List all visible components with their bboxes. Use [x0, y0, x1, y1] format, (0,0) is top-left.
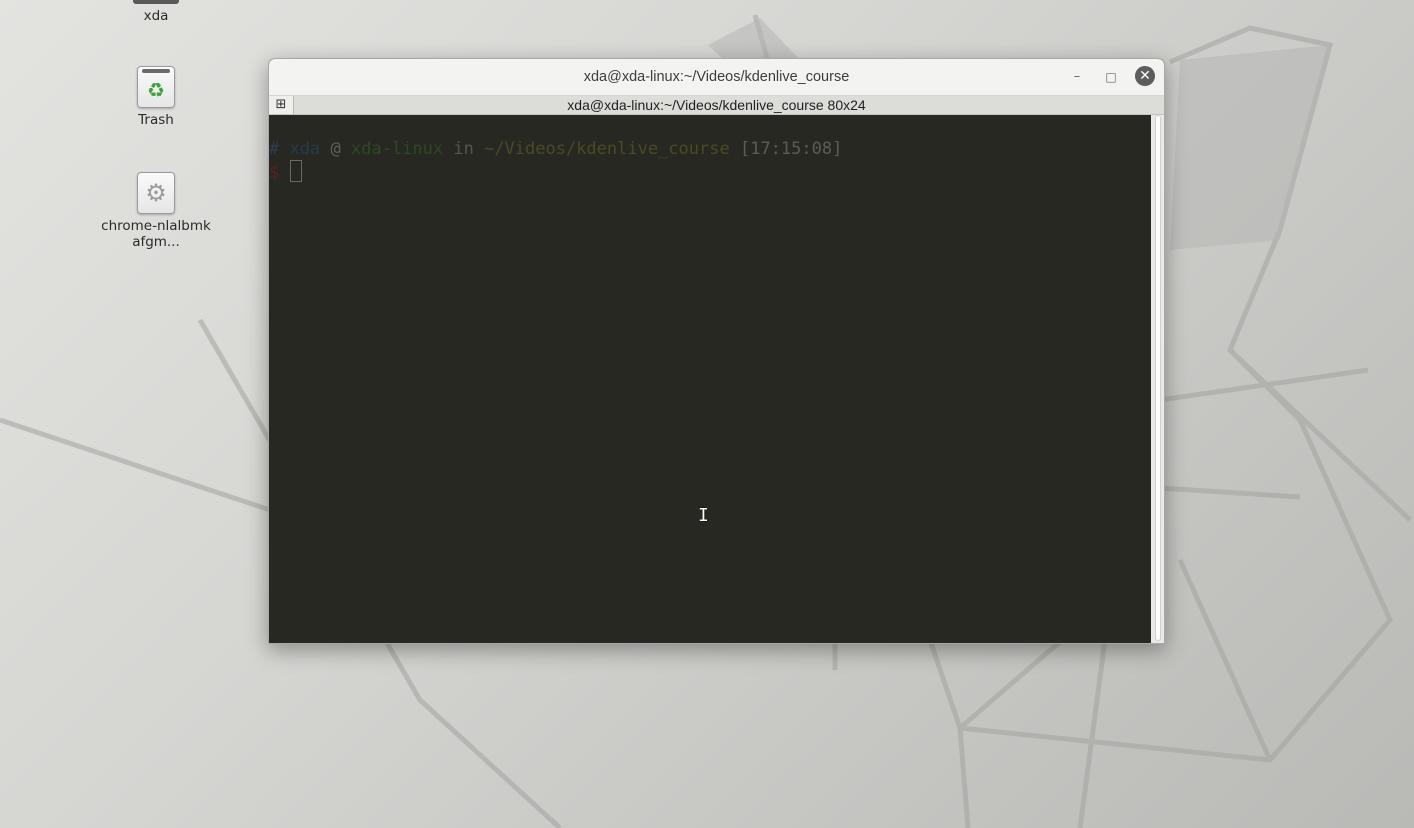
- text-ibeam-cursor-icon: I: [698, 505, 709, 526]
- desktop-icon-label: Trash: [138, 112, 174, 128]
- prompt-hash: #: [269, 139, 280, 159]
- desktop-icon-label: xda: [143, 8, 169, 24]
- desktop-icon-xda[interactable]: xda: [96, 0, 216, 24]
- scrollbar-thumb[interactable]: [1155, 115, 1161, 641]
- terminal-tab-label[interactable]: xda@xda-linux:~/Videos/kdenlive_course 8…: [269, 97, 1164, 113]
- close-button[interactable]: ✕: [1135, 66, 1155, 86]
- terminal-cursor: [289, 160, 302, 182]
- input-line[interactable]: $: [269, 160, 302, 184]
- minimize-button[interactable]: –: [1067, 67, 1087, 87]
- trash-icon: ♻: [137, 66, 175, 108]
- prompt-dollar: $: [269, 163, 280, 183]
- desktop-icon-label: chrome-nlalbmkafgm...: [101, 218, 211, 250]
- prompt-time: [17:15:08]: [739, 139, 843, 159]
- gear-icon: ⚙: [137, 172, 175, 214]
- terminal-content[interactable]: # xda @ xda-linux in ~/Videos/kdenlive_c…: [269, 115, 1151, 643]
- prompt-in: in: [453, 139, 474, 159]
- recycle-icon: ♻: [147, 78, 165, 102]
- gear-glyph: ⚙: [145, 179, 167, 207]
- prompt-path: ~/Videos/kdenlive_course: [484, 139, 730, 159]
- terminal-scrollbar[interactable]: [1151, 115, 1164, 643]
- prompt-host: xda-linux: [350, 139, 444, 159]
- terminal-tab-bar: ⊞ xda@xda-linux:~/Videos/kdenlive_course…: [269, 96, 1164, 115]
- window-titlebar[interactable]: xda@xda-linux:~/Videos/kdenlive_course –…: [269, 59, 1164, 96]
- home-folder-icon: [133, 0, 179, 4]
- prompt-user: xda: [289, 139, 321, 159]
- prompt-line: # xda @ xda-linux in ~/Videos/kdenlive_c…: [269, 138, 842, 160]
- window-title: xda@xda-linux:~/Videos/kdenlive_course: [583, 69, 850, 85]
- prompt-at: @: [330, 139, 341, 159]
- trash-lid: [142, 69, 170, 73]
- terminal-window[interactable]: xda@xda-linux:~/Videos/kdenlive_course –…: [268, 58, 1165, 644]
- desktop-icon-chrome-app[interactable]: ⚙ chrome-nlalbmkafgm...: [96, 172, 216, 250]
- maximize-button[interactable]: □: [1101, 67, 1121, 87]
- desktop-icon-trash[interactable]: ♻ Trash: [96, 66, 216, 128]
